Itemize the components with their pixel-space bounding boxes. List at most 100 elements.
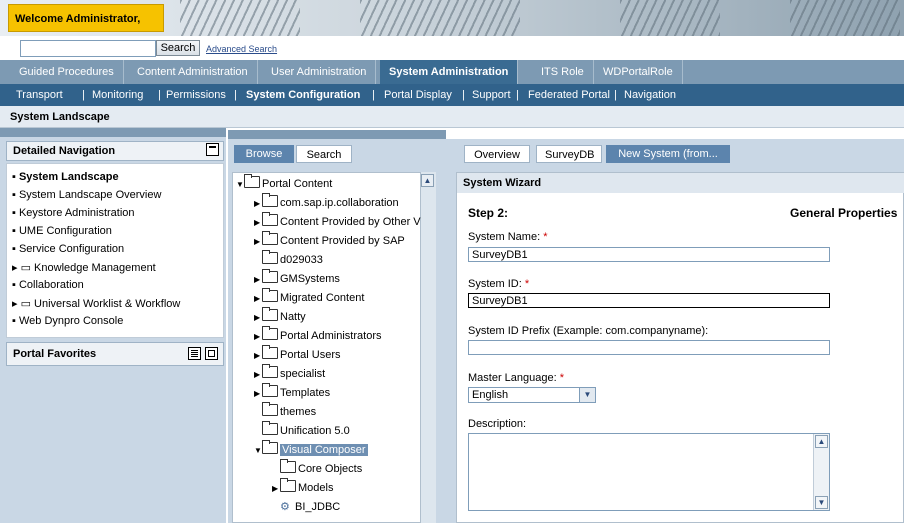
system-name-label: System Name: *	[468, 231, 548, 243]
tree-node[interactable]: themes	[254, 402, 316, 421]
tree-node[interactable]: ▶ Natty	[254, 307, 306, 327]
folder-icon	[262, 440, 278, 454]
collapse-icon[interactable]	[206, 143, 219, 156]
folder-icon	[262, 250, 278, 264]
folder-icon	[262, 288, 278, 302]
scroll-up-icon[interactable]: ▲	[421, 174, 434, 187]
description-textarea[interactable]: ▲ ▼	[468, 433, 830, 511]
folder-icon	[280, 459, 296, 473]
tree-node[interactable]: Unification 5.0	[254, 421, 350, 440]
nav-item-keystore-administration[interactable]: ▪ Keystore Administration	[12, 207, 135, 219]
tree-node[interactable]: ▶ specialist	[254, 364, 325, 384]
chevron-right-icon[interactable]: ▶	[254, 328, 262, 346]
folder-icon	[262, 231, 278, 245]
section-title: General Properties	[790, 206, 898, 220]
chevron-down-icon[interactable]: ▼	[579, 388, 595, 402]
folder-icon	[244, 174, 260, 188]
detailed-navigation-header: Detailed Navigation	[6, 141, 224, 161]
folder-icon	[262, 307, 278, 321]
tree-node[interactable]: ▶ Content Provided by Other V	[254, 212, 421, 232]
chevron-right-icon[interactable]: ▶	[254, 385, 262, 403]
chevron-right-icon[interactable]: ▶	[254, 271, 262, 289]
tree-node[interactable]: ▶ Portal Administrators	[254, 326, 381, 346]
step-label: Step 2:	[468, 206, 509, 220]
subtab-navigation[interactable]: Navigation	[624, 84, 676, 106]
folder-icon	[262, 345, 278, 359]
tab-search[interactable]: Search	[296, 145, 352, 163]
tab-overview[interactable]: Overview	[464, 145, 530, 163]
tree-node-visual-composer[interactable]: ▼ Visual Composer	[254, 440, 368, 460]
folder-icon	[280, 478, 296, 492]
folder-icon	[262, 421, 278, 435]
folder-icon	[262, 364, 278, 378]
search-button[interactable]: Search	[156, 40, 200, 56]
tab-its-role[interactable]: ITS Role	[532, 60, 594, 84]
subtab-transport[interactable]: Transport	[16, 84, 63, 106]
tree-node[interactable]: ▶ Portal Users	[254, 345, 341, 365]
tab-content-administration[interactable]: Content Administration	[128, 60, 258, 84]
nav-item-web-dynpro-console[interactable]: ▪ Web Dynpro Console	[12, 315, 123, 327]
folder-icon	[262, 212, 278, 226]
tab-system-administration[interactable]: System Administration	[380, 60, 519, 84]
subtab-system-configuration[interactable]: System Configuration	[246, 84, 360, 106]
nav-item-collaboration[interactable]: ▪ Collaboration	[12, 279, 84, 291]
folder-icon	[262, 402, 278, 416]
tree-scrollbar[interactable]	[420, 172, 436, 523]
expand-icon[interactable]	[205, 347, 218, 360]
system-id-prefix-label: System ID Prefix (Example: com.companyna…	[468, 325, 709, 337]
tree-node[interactable]: d029033	[254, 250, 323, 269]
tree-node[interactable]: Core Objects	[272, 459, 362, 478]
chevron-right-icon[interactable]: ▶	[254, 309, 262, 327]
tree-node[interactable]: ▶ com.sap.ip.collaboration	[254, 193, 399, 213]
chevron-right-icon[interactable]: ▶	[254, 347, 262, 365]
chevron-down-icon[interactable]: ▼	[254, 442, 262, 460]
nav-item-system-landscape-overview[interactable]: ▪ System Landscape Overview	[12, 189, 161, 201]
chevron-right-icon[interactable]: ▶	[254, 233, 262, 251]
welcome-text: Welcome Administrator,	[8, 4, 164, 32]
tab-guided-procedures[interactable]: Guided Procedures	[10, 60, 124, 84]
tab-user-administration[interactable]: User Administration	[262, 60, 377, 84]
master-language-select[interactable]: English ▼	[468, 387, 596, 403]
advanced-search-link[interactable]: Advanced Search	[206, 44, 277, 54]
system-id-prefix-field[interactable]	[468, 340, 830, 355]
scroll-down-icon[interactable]: ▼	[815, 496, 828, 509]
tree-node[interactable]: ▶ Models	[272, 478, 333, 498]
tree-node[interactable]: ▶ GMSystems	[254, 269, 340, 289]
folder-icon	[262, 326, 278, 340]
tree-node-portal-content[interactable]: ▼ Portal Content	[236, 174, 332, 194]
subtab-permissions[interactable]: Permissions	[166, 84, 226, 106]
chevron-right-icon[interactable]: ▶	[272, 480, 280, 498]
tree-node[interactable]: ▶ Content Provided by SAP	[254, 231, 405, 251]
tree-node[interactable]: ▶ Templates	[254, 383, 330, 403]
tab-new-system[interactable]: New System (from...	[606, 145, 730, 163]
subtab-portal-display[interactable]: Portal Display	[384, 84, 452, 106]
system-id-field[interactable]: SurveyDB1	[468, 293, 830, 308]
chevron-right-icon[interactable]: ▶	[254, 214, 262, 232]
chevron-right-icon[interactable]: ▶	[254, 290, 262, 308]
nav-item-ume-configuration[interactable]: ▪ UME Configuration	[12, 225, 112, 237]
chevron-right-icon[interactable]: ▶	[254, 366, 262, 384]
search-input[interactable]	[20, 40, 156, 57]
scroll-up-icon[interactable]: ▲	[815, 435, 828, 448]
tab-wdportalrole[interactable]: WDPortalRole	[594, 60, 683, 84]
page-title: System Landscape	[0, 106, 904, 128]
tree-node[interactable]: ⚙ BI_JDBC	[272, 498, 340, 516]
favorites-menu-icon[interactable]	[188, 347, 201, 360]
tab-surveydb[interactable]: SurveyDB	[536, 145, 602, 163]
chevron-down-icon[interactable]: ▼	[236, 176, 244, 194]
system-name-field[interactable]: SurveyDB1	[468, 247, 830, 262]
folder-icon: ▭	[20, 298, 31, 310]
tree-node[interactable]: ▶ Migrated Content	[254, 288, 364, 308]
nav-item-system-landscape[interactable]: ▪ System Landscape	[12, 171, 119, 183]
left-pane-resize-handle[interactable]	[0, 128, 226, 137]
subtab-support[interactable]: Support	[472, 84, 511, 106]
nav-item-service-configuration[interactable]: ▪ Service Configuration	[12, 243, 124, 255]
nav-item-universal-worklist[interactable]: ▸ ▭ Universal Worklist & Workflow	[12, 297, 180, 310]
tab-browse[interactable]: Browse	[234, 145, 294, 163]
subtab-monitoring[interactable]: Monitoring	[92, 84, 143, 106]
chevron-right-icon[interactable]: ▶	[254, 195, 262, 213]
middle-pane-resize-handle[interactable]	[228, 130, 446, 139]
system-id-label: System ID: *	[468, 278, 530, 290]
nav-item-knowledge-management[interactable]: ▸ ▭ Knowledge Management	[12, 261, 156, 274]
subtab-federated-portal[interactable]: Federated Portal	[528, 84, 610, 106]
